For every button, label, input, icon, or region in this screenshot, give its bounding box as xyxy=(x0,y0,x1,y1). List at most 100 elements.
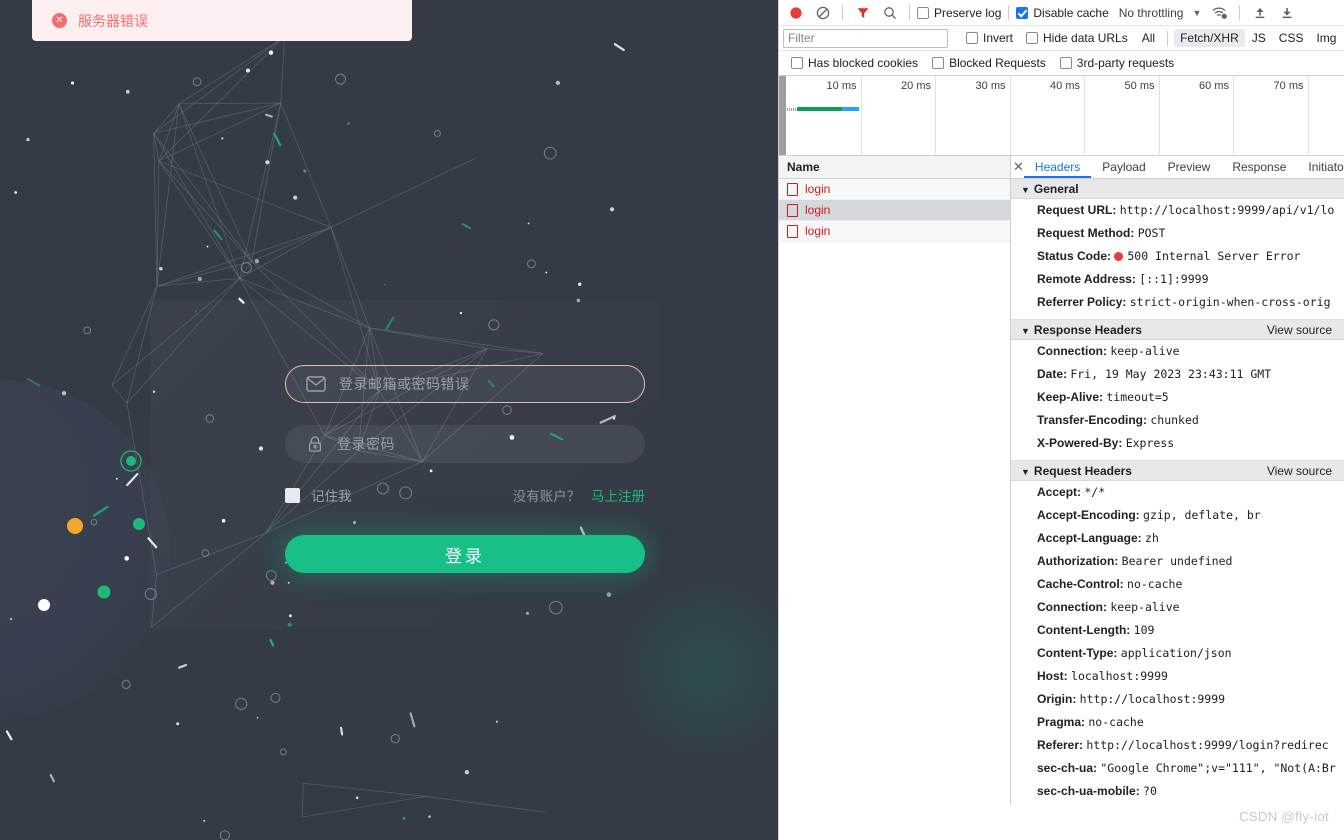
import-arrow-up-icon[interactable] xyxy=(1247,2,1272,24)
request-detail-column: ✕ Headers Payload Preview Response Initiato … xyxy=(1011,156,1344,805)
signup-prompt: 没有账户？ 马上注册 xyxy=(513,485,645,505)
header-value: strict-origin-when-cross-orig xyxy=(1129,295,1331,309)
funnel-icon[interactable] xyxy=(850,2,875,24)
overview-gridline xyxy=(1009,76,1011,155)
hide-data-urls-checkbox[interactable]: Hide data URLs xyxy=(1026,31,1128,45)
hide-data-urls-label: Hide data URLs xyxy=(1043,31,1128,45)
header-value: "Google Chrome";v="111", "Not(A:Br xyxy=(1100,761,1336,775)
email-field[interactable]: 登录邮箱或密码错误 xyxy=(285,365,645,403)
detail-tab-list: Headers Payload Preview Response Initiato xyxy=(1024,156,1344,178)
invert-checkbox[interactable]: Invert xyxy=(966,31,1013,45)
section-header-response-headers[interactable]: ▼ Response Headers View source xyxy=(1011,320,1344,340)
overview-gridline xyxy=(860,76,862,155)
3rd-party-requests-checkbox[interactable]: 3rd-party requests xyxy=(1059,56,1174,70)
signup-link[interactable]: 马上注册 xyxy=(591,489,645,504)
status-error-dot-icon xyxy=(1114,252,1124,261)
triangle-down-icon: ▼ xyxy=(1021,466,1030,477)
header-value: Bearer undefined xyxy=(1121,554,1233,568)
header-value: Fri, 19 May 2023 23:43:11 GMT xyxy=(1070,367,1272,381)
remember-me-checkbox[interactable]: 记住我 xyxy=(285,485,352,505)
header-row: Keep-Alive: timeout=5 xyxy=(1011,386,1344,409)
header-row: Accept: */* xyxy=(1011,481,1344,504)
section-header-request-headers[interactable]: ▼ Request Headers View source xyxy=(1011,461,1344,481)
record-circle-icon[interactable] xyxy=(783,2,808,24)
header-row: Date: Fri, 19 May 2023 23:43:11 GMT xyxy=(1011,363,1344,386)
section-title: General xyxy=(1033,181,1079,196)
overview-gridline xyxy=(935,76,936,155)
has-blocked-cookies-checkbox[interactable]: Has blocked cookies xyxy=(791,56,918,70)
request-row[interactable]: login xyxy=(779,221,1010,242)
export-arrow-down-icon[interactable] xyxy=(1274,2,1299,24)
preserve-log-label: Preserve log xyxy=(934,5,1002,20)
wifi-gear-icon[interactable] xyxy=(1207,2,1232,24)
password-field[interactable]: 登录密码 xyxy=(285,425,645,463)
tab-initiato[interactable]: Initiato xyxy=(1297,156,1344,178)
header-row: Status Code: 500 Internal Server Error xyxy=(1011,245,1344,268)
chevron-down-icon[interactable]: ▼ xyxy=(1192,8,1201,18)
header-row: Cache-Control: no-cache xyxy=(1011,573,1344,596)
section-header-general[interactable]: ▼ General xyxy=(1011,179,1344,199)
header-row: sec-ch-ua-mobile: ?0 xyxy=(1011,780,1344,803)
throttling-select[interactable]: No throttling xyxy=(1119,6,1184,20)
header-key: Connection: xyxy=(1037,600,1107,614)
triangle-down-icon: ▼ xyxy=(1021,184,1030,195)
type-filter-all[interactable]: All xyxy=(1136,29,1161,47)
header-value: Express xyxy=(1125,436,1175,450)
preserve-log-checkbox[interactable]: Preserve log xyxy=(917,6,1001,20)
type-filter-fetch-xhr[interactable]: Fetch/XHR xyxy=(1174,29,1245,47)
checkbox-box-icon xyxy=(285,487,300,503)
header-row: Host: localhost:9999 xyxy=(1011,665,1344,688)
view-source-link[interactable]: View source xyxy=(1267,323,1332,337)
header-value: http://localhost:9999 xyxy=(1079,692,1226,706)
type-filter-img[interactable]: Img xyxy=(1310,29,1342,47)
request-name: login xyxy=(805,224,831,238)
type-filter-js[interactable]: JS xyxy=(1246,29,1272,47)
overview-tick-label: 30 ms xyxy=(975,80,1006,92)
error-toast: ✕ 服务器错误 xyxy=(32,0,412,41)
request-row[interactable]: login xyxy=(779,179,1010,200)
header-value: http://localhost:9999/login?redirec xyxy=(1086,738,1329,752)
header-key: sec-ch-ua-mobile: xyxy=(1037,784,1140,798)
header-key: Date: xyxy=(1037,367,1068,381)
header-row: Transfer-Encoding: chunked xyxy=(1011,409,1344,432)
view-source-link[interactable]: View source xyxy=(1267,464,1332,478)
header-value: [::1]:9999 xyxy=(1139,272,1209,286)
request-row[interactable]: login xyxy=(779,200,1010,221)
overview-gridline xyxy=(1233,76,1234,155)
tab-headers[interactable]: Headers xyxy=(1024,156,1091,178)
header-row: Referrer Policy: strict-origin-when-cros… xyxy=(1011,291,1344,314)
header-value: timeout=5 xyxy=(1106,390,1169,404)
close-icon[interactable]: ✕ xyxy=(1013,156,1024,178)
tab-payload[interactable]: Payload xyxy=(1091,156,1156,178)
error-toast-text: 服务器错误 xyxy=(78,12,148,29)
tab-preview[interactable]: Preview xyxy=(1157,156,1222,178)
disable-cache-checkbox[interactable]: Disable cache xyxy=(1016,6,1109,20)
blocked-requests-checkbox[interactable]: Blocked Requests xyxy=(932,56,1046,70)
watermark: CSDN @fly-iot xyxy=(1239,809,1329,824)
request-list-header[interactable]: Name xyxy=(779,156,1010,179)
lock-icon xyxy=(308,436,322,452)
header-value: no-cache xyxy=(1127,577,1183,591)
overview-tick-label: 50 ms xyxy=(1124,80,1155,92)
search-icon[interactable] xyxy=(877,2,902,24)
waterfall-queue-segment xyxy=(787,108,796,111)
type-filter-css[interactable]: CSS xyxy=(1273,29,1310,47)
login-submit-button[interactable]: 登录 xyxy=(285,535,645,573)
network-overview-timeline[interactable]: 10 ms20 ms30 ms40 ms50 ms60 ms70 ms8 xyxy=(779,76,1344,156)
header-key: Content-Length: xyxy=(1037,623,1131,637)
error-circle-icon: ✕ xyxy=(52,13,67,28)
checkbox-checked-icon xyxy=(1016,6,1029,19)
request-list: login login login xyxy=(779,179,1010,242)
header-key: Content-Type: xyxy=(1037,646,1118,660)
header-key: Keep-Alive: xyxy=(1037,390,1104,404)
tab-response[interactable]: Response xyxy=(1221,156,1297,178)
overview-tick-label: 20 ms xyxy=(901,80,931,92)
checkbox-box-icon xyxy=(932,57,945,69)
header-key: Origin: xyxy=(1037,692,1077,706)
filter-input[interactable] xyxy=(783,28,948,48)
triangle-down-icon: ▼ xyxy=(1021,325,1030,336)
clear-circle-slash-icon[interactable] xyxy=(810,2,835,24)
overview-left-handle[interactable] xyxy=(779,76,786,155)
header-value: no-cache xyxy=(1088,715,1144,729)
header-row: Connection: keep-alive xyxy=(1011,340,1344,363)
